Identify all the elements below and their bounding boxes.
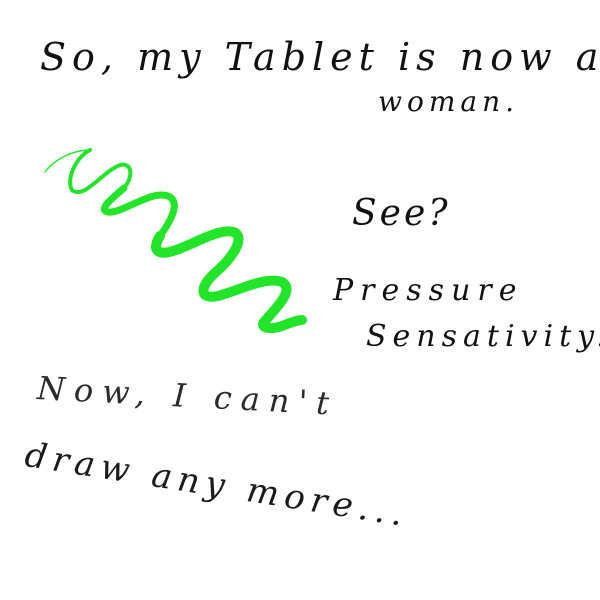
squiggle-thick-part <box>151 226 307 334</box>
drawing-canvas: So, my Tablet is now a woman. See? Press… <box>0 0 600 600</box>
squiggle-mid-part <box>100 184 178 240</box>
handwritten-line-5: Sensativity. <box>366 319 600 354</box>
handwritten-line-4: Pressure <box>333 273 524 308</box>
handwritten-line-3: See? <box>352 193 451 234</box>
